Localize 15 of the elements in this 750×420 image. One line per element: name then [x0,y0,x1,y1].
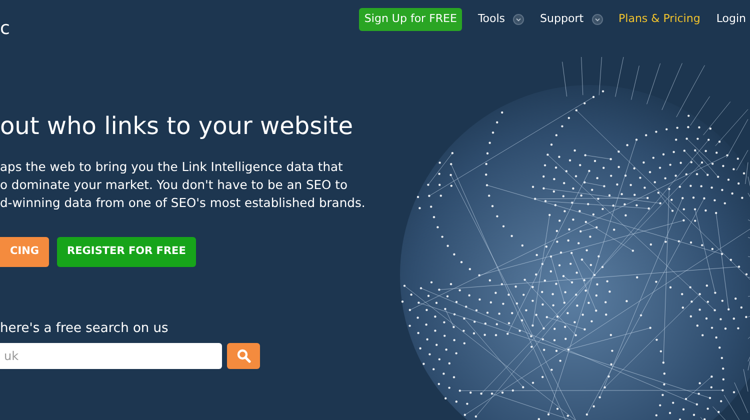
hero-description: aps the web to bring you the Link Intelligence data that [0,158,344,176]
logo: c [0,20,10,38]
dropdown-icon[interactable] [513,14,524,25]
search-field[interactable]: uk [0,343,222,370]
dropdown-icon[interactable] [592,14,603,25]
nav-link[interactable]: Tools [478,11,506,28]
hero-heading: out who links to your website [0,112,354,141]
search-icon [236,349,250,364]
search-label: here's a free search on us [0,320,170,338]
hero-description: o dominate your market. You don't have to be an SEO to [0,176,348,194]
search-button[interactable] [227,343,260,370]
login-link[interactable]: Login [716,11,746,28]
nav-link[interactable]: Support [540,11,584,28]
nav-link[interactable]: Plans & Pricing [618,11,700,28]
hero-description: d-winning data from one of SEO's most established brands. [0,194,366,212]
